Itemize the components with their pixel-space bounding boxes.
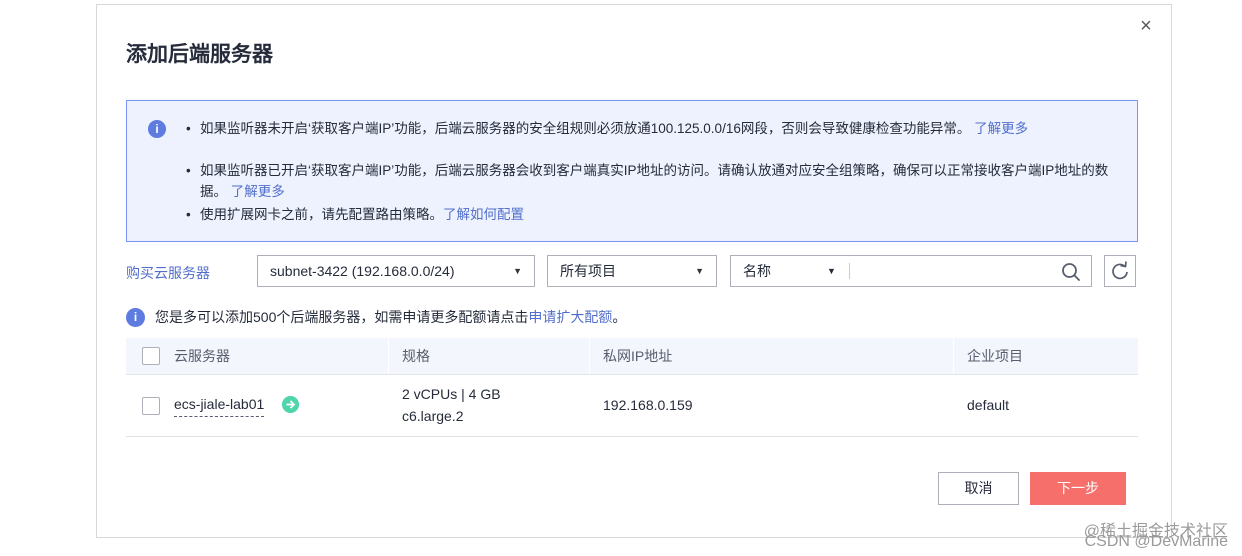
notice-item-2-text: 如果监听器已开启‘获取客户端IP’功能，后端云服务器会收到客户端真实IP地址的访… <box>200 163 1109 199</box>
select-all-checkbox[interactable] <box>142 347 160 365</box>
cancel-button[interactable]: 取消 <box>938 472 1019 505</box>
enterprise-project: default <box>967 397 1010 413</box>
quota-suffix: 。 <box>612 309 627 325</box>
search-category-select[interactable]: 名称 <box>743 256 771 286</box>
private-ip: 192.168.0.159 <box>603 397 693 413</box>
refresh-icon <box>1112 261 1128 280</box>
table-row: ecs-jiale-lab01 2 vCPUs | 4 GB c6.large.… <box>126 375 1138 437</box>
refresh-button[interactable] <box>1104 255 1136 287</box>
column-header-server: 云服务器 <box>174 348 230 364</box>
search-input[interactable] <box>853 257 1057 287</box>
subnet-select[interactable]: subnet-3422 (192.168.0.0/24) ▼ <box>257 255 535 287</box>
arrow-right-circle-icon[interactable] <box>282 396 299 413</box>
chevron-down-icon[interactable]: ▼ <box>827 256 836 286</box>
project-select-value: 所有项目 <box>560 263 616 279</box>
apply-quota-link[interactable]: 申请扩大配额 <box>528 309 612 325</box>
how-to-configure-link[interactable]: 了解如何配置 <box>443 207 524 222</box>
column-header-spec: 规格 <box>402 348 430 364</box>
buy-cloud-server-link[interactable]: 购买云服务器 <box>126 263 210 283</box>
project-select[interactable]: 所有项目 ▼ <box>547 255 717 287</box>
notice-item-3: 使用扩展网卡之前，请先配置路由策略。了解如何配置 <box>186 204 1116 225</box>
column-divider <box>388 338 389 374</box>
search-box: 名称 ▼ <box>730 255 1092 287</box>
watermark-line-2: CSDN @DevMarine <box>1084 533 1228 550</box>
column-header-private-ip: 私网IP地址 <box>603 348 673 364</box>
close-icon[interactable]: × <box>1136 16 1156 36</box>
learn-more-link-2[interactable]: 了解更多 <box>231 184 285 199</box>
info-icon: i <box>148 120 166 138</box>
notice-item-1-text: 如果监听器未开启‘获取客户端IP’功能，后端云服务器的安全组规则必须放通100.… <box>200 121 971 136</box>
server-name-link[interactable]: ecs-jiale-lab01 <box>174 394 265 417</box>
column-header-enterprise-project: 企业项目 <box>967 348 1023 364</box>
search-icon[interactable] <box>1061 262 1081 282</box>
chevron-down-icon: ▼ <box>513 266 522 276</box>
notice-item-2: 如果监听器已开启‘获取客户端IP’功能，后端云服务器会收到客户端真实IP地址的访… <box>186 160 1116 202</box>
table-header: 云服务器 规格 私网IP地址 企业项目 <box>126 338 1138 375</box>
search-divider <box>849 263 850 279</box>
subnet-select-value: subnet-3422 (192.168.0.0/24) <box>270 263 455 279</box>
quota-info: 您是多可以添加500个后端服务器，如需申请更多配额请点击申请扩大配额。 <box>155 308 626 327</box>
spec-cpu-memory: 2 vCPUs | 4 GB <box>402 386 501 402</box>
column-divider <box>589 338 590 374</box>
chevron-down-icon: ▼ <box>695 266 704 276</box>
spec-flavor: c6.large.2 <box>402 408 464 424</box>
row-checkbox[interactable] <box>142 397 160 415</box>
column-divider <box>953 338 954 374</box>
learn-more-link-1[interactable]: 了解更多 <box>974 121 1028 136</box>
notice-item-3-text: 使用扩展网卡之前，请先配置路由策略。 <box>200 207 443 222</box>
dialog-title: 添加后端服务器 <box>126 43 273 66</box>
next-step-button[interactable]: 下一步 <box>1030 472 1126 505</box>
info-icon: i <box>126 308 145 327</box>
quota-text: 您是多可以添加500个后端服务器，如需申请更多配额请点击 <box>155 309 529 325</box>
notice-item-1: 如果监听器未开启‘获取客户端IP’功能，后端云服务器的安全组规则必须放通100.… <box>186 118 1116 139</box>
